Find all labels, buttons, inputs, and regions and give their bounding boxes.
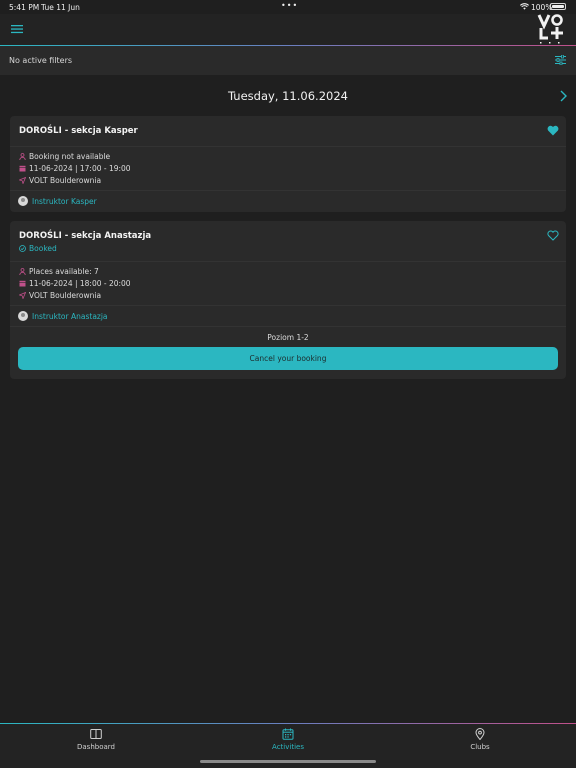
hamburger-menu-icon[interactable] [11,24,23,34]
instructor-link[interactable]: Instruktor Kasper [18,196,97,206]
level-text: Poziom 1-2 [267,333,309,342]
person-icon [19,268,26,275]
date-navigator: Tuesday, 11.06.2024 [0,85,576,107]
tab-activities[interactable]: Activities [243,728,333,751]
location-row: VOLT Boulderownia [19,176,101,185]
multitask-dots-icon[interactable]: ••• [281,1,298,10]
tab-dashboard[interactable]: Dashboard [51,728,141,751]
avatar [18,196,28,206]
availability-text: Booking not available [29,152,111,161]
datetime-row: 11-06-2024 | 18:00 - 20:00 [19,279,131,288]
card-divider [10,305,566,306]
status-date: Tue 11 Jun [41,3,80,12]
cancel-booking-button[interactable]: Cancel your booking [18,347,558,370]
booked-status-badge: Booked [19,244,57,253]
card-divider [10,146,566,147]
check-circle-icon [19,245,26,252]
activity-card[interactable]: DOROŚLI - sekcja Anastazja Booked Places… [10,221,566,379]
location-text: VOLT Boulderownia [29,176,102,185]
volt-logo-icon [537,14,563,44]
battery-icon [550,3,566,10]
card-divider [10,261,566,262]
availability-row: Booking not available [19,152,110,161]
filter-status-text: No active filters [9,56,73,65]
favorite-heart-outline-icon[interactable] [547,230,559,241]
selected-date-title: Tuesday, 11.06.2024 [228,89,348,103]
tab-label: Activities [272,743,304,751]
datetime-text: 11-06-2024 | 17:00 - 19:00 [29,164,131,173]
filter-sliders-icon[interactable] [555,55,566,65]
availability-text: Places available: 7 [29,267,99,276]
status-time: 5:41 PM [9,3,40,12]
calendar-icon [282,728,294,740]
home-indicator[interactable] [200,760,376,763]
calendar-small-icon [19,165,26,172]
instructor-name: Instruktor Kasper [32,196,97,206]
datetime-row: 11-06-2024 | 17:00 - 19:00 [19,164,131,173]
app-header [0,14,576,46]
availability-row: Places available: 7 [19,267,99,276]
instructor-link[interactable]: Instruktor Anastazja [18,311,108,321]
booked-status-text: Booked [29,244,57,253]
navigation-arrow-icon [19,292,26,299]
instructor-name: Instruktor Anastazja [32,311,108,321]
datetime-text: 11-06-2024 | 18:00 - 20:00 [29,279,131,288]
person-icon [19,153,26,160]
tab-label: Clubs [470,743,490,751]
navigation-arrow-icon [19,177,26,184]
status-bar: 5:41 PM Tue 11 Jun ••• 100% [0,0,576,14]
tab-label: Dashboard [77,743,115,751]
book-icon [90,729,102,739]
map-pin-icon [475,728,485,740]
avatar [18,311,28,321]
filter-bar: No active filters [0,46,576,75]
activity-card[interactable]: DOROŚLI - sekcja Kasper Booking not avai… [10,116,566,212]
activities-screen: 5:41 PM Tue 11 Jun ••• 100% No active fi… [0,0,576,768]
calendar-small-icon [19,280,26,287]
location-row: VOLT Boulderownia [19,291,101,300]
card-divider [10,326,566,327]
activity-name: DOROŚLI - sekcja Anastazja [19,231,152,241]
wifi-icon [520,3,529,10]
favorite-heart-filled-icon[interactable] [547,125,559,136]
activity-name: DOROŚLI - sekcja Kasper [19,126,138,136]
location-text: VOLT Boulderownia [29,291,102,300]
card-divider [10,190,566,191]
chevron-right-icon[interactable] [559,90,568,102]
tab-clubs[interactable]: Clubs [435,728,525,751]
